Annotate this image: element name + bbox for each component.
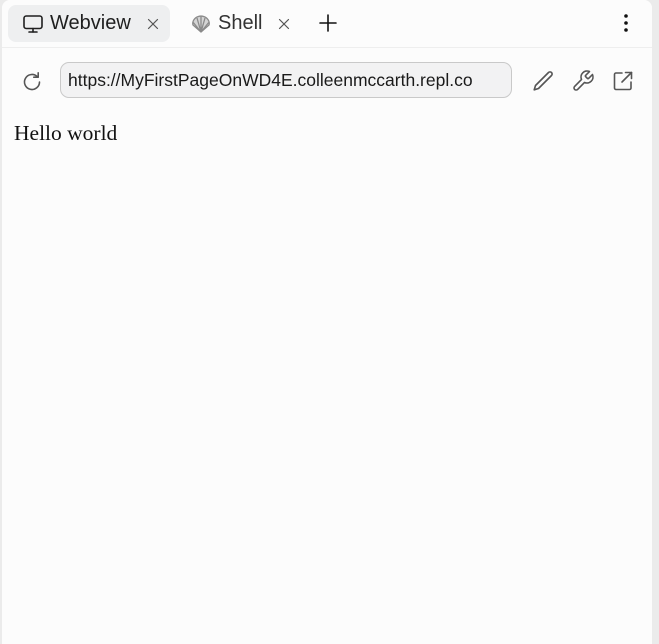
more-options-button[interactable] xyxy=(614,10,638,36)
pencil-icon xyxy=(531,69,555,93)
tab-shell-label: Shell xyxy=(218,12,263,34)
open-in-new-tab-button[interactable] xyxy=(610,68,636,94)
monitor-icon xyxy=(22,13,44,35)
webview-content: Hello world xyxy=(2,110,652,644)
external-link-icon xyxy=(611,69,635,93)
tab-bar: Webview Shell xyxy=(2,0,652,48)
tab-webview-label: Webview xyxy=(50,12,131,34)
edit-button[interactable] xyxy=(530,68,556,94)
tab-shell[interactable]: Shell xyxy=(182,5,302,42)
page-text: Hello world xyxy=(14,121,118,145)
shell-icon xyxy=(190,13,212,35)
reload-icon xyxy=(20,70,44,94)
plus-icon xyxy=(318,13,338,33)
webview-toolbar xyxy=(2,48,652,110)
close-icon[interactable] xyxy=(276,16,292,32)
kebab-menu-icon xyxy=(623,13,629,33)
wrench-icon xyxy=(571,69,595,93)
tab-webview[interactable]: Webview xyxy=(8,5,170,42)
add-tab-button[interactable] xyxy=(315,10,341,36)
devtools-button[interactable] xyxy=(570,68,596,94)
close-icon[interactable] xyxy=(145,16,161,32)
url-input[interactable] xyxy=(60,62,512,98)
reload-button[interactable] xyxy=(18,68,46,96)
webview-panel: Webview Shell https://MyFirstPageOnWD4E.… xyxy=(2,0,652,644)
